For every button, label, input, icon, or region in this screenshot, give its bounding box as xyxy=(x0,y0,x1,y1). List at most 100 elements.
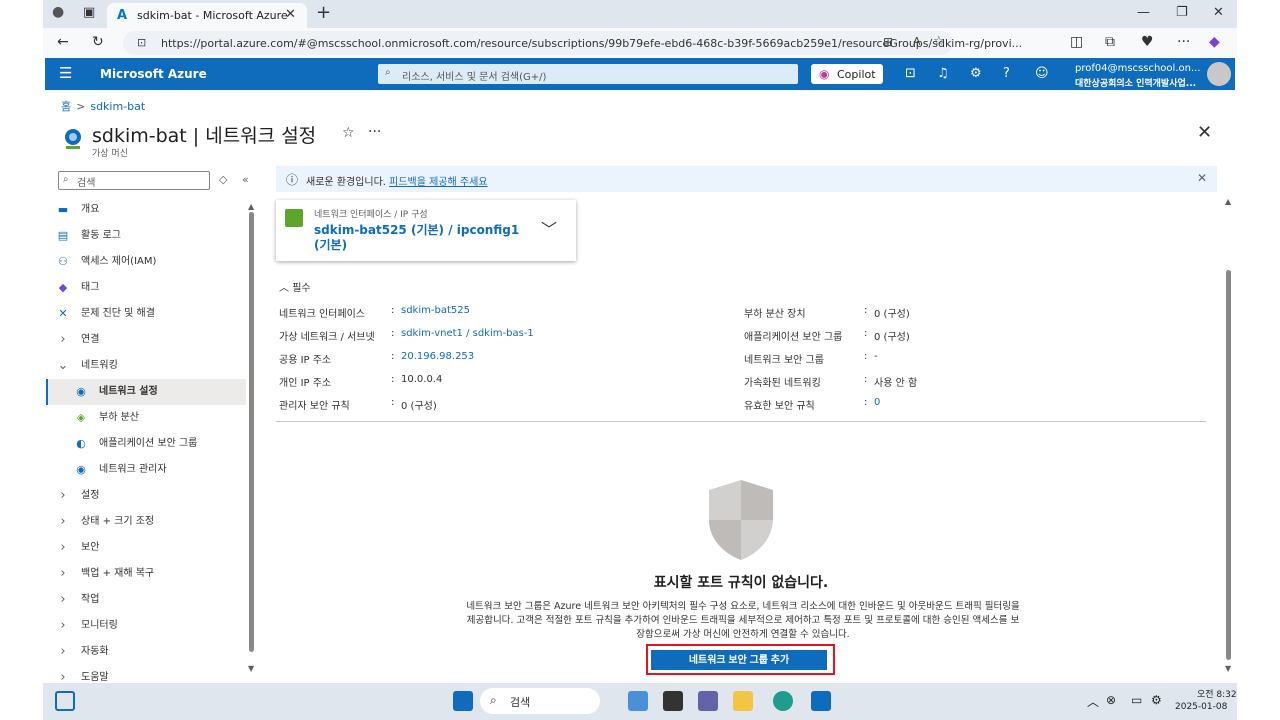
user-email[interactable]: prof04@mscsschool.on... xyxy=(1075,63,1201,74)
teams-icon[interactable] xyxy=(698,691,718,711)
network-manager-icon: ◉ xyxy=(76,463,86,476)
settings-gear-icon[interactable]: ⚙ xyxy=(970,66,982,81)
sidebar-item[interactable]: › 백업 + 재해 복구 xyxy=(46,561,246,587)
essentials-value[interactable]: 20.196.98.253 xyxy=(401,351,474,362)
url-field[interactable]: ⊡ https://portal.azure.com/#@mscsschool.… xyxy=(123,31,1022,55)
nav-scrollbar[interactable] xyxy=(249,212,254,652)
essentials-colon: : xyxy=(391,397,395,408)
collapse-nav-icon[interactable]: « xyxy=(242,173,249,186)
widgets-icon[interactable] xyxy=(55,691,75,711)
essentials-toggle[interactable]: ︿ 필수 xyxy=(279,279,311,294)
sidebar-item[interactable]: › 연결 xyxy=(46,327,246,353)
sidebar-item[interactable]: ✕ 문제 진단 및 해결 xyxy=(46,301,246,327)
new-tab-button[interactable]: + xyxy=(316,2,331,23)
more-actions-icon[interactable]: ··· xyxy=(368,124,381,140)
nic-selector[interactable]: 네트워크 인터페이스 / IP 구성 sdkim-bat525 (기본) / i… xyxy=(276,200,576,261)
essentials-row: 가상 네트워크 / 서브넷: sdkim-vnet1 / sdkim-bas-1 xyxy=(279,328,534,343)
breadcrumb-resource[interactable]: sdkim-bat xyxy=(90,100,145,113)
minimize-button[interactable]: — xyxy=(1137,5,1150,20)
sidebar-item[interactable]: › 자동화 xyxy=(46,639,246,665)
sidebar-item[interactable]: ◈ 부하 분산 xyxy=(46,405,246,431)
chevron-down-icon[interactable]: ﹀ xyxy=(541,216,557,240)
nav-filter-icon[interactable]: ◇ xyxy=(219,173,227,186)
chevron-right-icon: › xyxy=(60,540,66,555)
nic-icon xyxy=(285,209,303,227)
chevron-up-icon: ︿ xyxy=(279,283,289,294)
sidebar-item[interactable]: › 모니터링 xyxy=(46,613,246,639)
menu-icon[interactable]: ☰ xyxy=(59,64,72,82)
sidebar-item[interactable]: ◐ 애플리케이션 보안 그룹 xyxy=(46,431,246,457)
copilot-button[interactable]: ◉ Copilot xyxy=(811,64,883,84)
clock-time[interactable]: 오전 8:32 xyxy=(1197,687,1237,700)
sidebar-item-label: 설정 xyxy=(81,490,100,501)
maximize-button[interactable]: ❐ xyxy=(1176,5,1188,20)
tray-display-icon[interactable]: ▭ xyxy=(1131,693,1142,707)
sidebar-item[interactable]: ⚇ 액세스 제어(IAM) xyxy=(46,249,246,275)
banner-close-icon[interactable]: ✕ xyxy=(1197,171,1207,185)
read-aloud-icon[interactable]: A xyxy=(913,35,921,48)
tray-chevron-icon[interactable]: ︿ xyxy=(1087,693,1099,710)
sidebar-item[interactable]: ⌄ 네트워킹 xyxy=(46,353,246,379)
back-button[interactable]: ← xyxy=(57,34,69,50)
extensions-icon[interactable]: ♥ xyxy=(1141,34,1154,50)
breadcrumb-home[interactable]: 홈 xyxy=(61,100,71,113)
sidebar-item-label: 네트워크 관리자 xyxy=(99,464,167,475)
copilot-label: Copilot xyxy=(837,68,876,81)
taskbar-search[interactable]: ⌕ 검색 xyxy=(480,688,600,714)
copilot-browser-icon[interactable]: ◆ xyxy=(1209,34,1220,50)
tab-actions-icon[interactable]: ▣ xyxy=(83,5,95,20)
edge-icon[interactable] xyxy=(773,691,793,711)
refresh-button[interactable]: ↻ xyxy=(92,34,104,50)
store-icon[interactable] xyxy=(811,691,831,711)
help-icon[interactable]: ? xyxy=(1003,66,1010,81)
avatar[interactable] xyxy=(1207,62,1231,86)
sidebar-item[interactable]: ◉ 네트워크 설정 xyxy=(46,379,246,405)
sidebar-item[interactable]: ▬ 개요 xyxy=(46,197,246,223)
sidebar-item[interactable]: › 설정 xyxy=(46,483,246,509)
banner-text: 새로운 환경입니다. xyxy=(306,177,386,188)
essentials-value[interactable]: sdkim-bat525 xyxy=(401,305,470,316)
cloud-shell-icon[interactable]: ⊡ xyxy=(905,66,916,81)
profile-icon[interactable]: ● xyxy=(52,4,64,20)
feedback-link[interactable]: 피드백을 제공해 주세요 xyxy=(389,177,487,188)
sidebar-item[interactable]: › 보안 xyxy=(46,535,246,561)
sidebar-item[interactable]: › 상태 + 크기 조정 xyxy=(46,509,246,535)
start-icon[interactable] xyxy=(453,691,473,711)
collections-icon[interactable]: ⧉ xyxy=(1105,34,1115,50)
tab-close-icon[interactable]: ✕ xyxy=(285,7,296,22)
window-close-button[interactable]: ✕ xyxy=(1213,5,1224,20)
more-options-icon[interactable]: ··· xyxy=(1177,34,1190,50)
split-screen-icon[interactable]: ◫ xyxy=(1070,34,1083,50)
favorite-icon[interactable]: ☆ xyxy=(933,34,945,49)
main-scroll-up-icon[interactable]: ▲ xyxy=(1225,197,1231,206)
global-search-input[interactable]: ⌕ 리소스, 서비스 및 문서 검색(G+/) xyxy=(378,64,798,84)
main-scroll-down-icon[interactable]: ▼ xyxy=(1225,664,1231,673)
tray-close-icon[interactable]: ⊗ xyxy=(1106,693,1116,707)
sidebar-item[interactable]: ▤ 활동 로그 xyxy=(46,223,246,249)
notifications-icon[interactable]: ♫ xyxy=(937,66,949,81)
close-blade-icon[interactable]: ✕ xyxy=(1197,122,1212,143)
user-org[interactable]: 대한상공회의소 인력개발사업... xyxy=(1075,76,1196,89)
essentials-value[interactable]: sdkim-vnet1 / sdkim-bas-1 xyxy=(401,328,534,339)
log-icon: ▤ xyxy=(57,229,69,242)
feedback-icon[interactable]: ☺ xyxy=(1035,66,1049,81)
tray-settings-icon[interactable]: ⚙ xyxy=(1151,693,1162,707)
clock-date[interactable]: 2025-01-08 xyxy=(1175,702,1227,712)
main-scrollbar[interactable] xyxy=(1226,270,1231,660)
essentials-value[interactable]: 0 xyxy=(874,397,880,408)
terminal-icon[interactable] xyxy=(663,691,683,711)
sidebar-item[interactable]: › 작업 xyxy=(46,587,246,613)
shield-illustration-icon xyxy=(709,480,773,560)
brand-title[interactable]: Microsoft Azure xyxy=(100,67,207,81)
nav-scroll-down-icon[interactable]: ▼ xyxy=(248,664,254,673)
browser-tab[interactable]: A sdkim-bat - Microsoft Azure ✕ xyxy=(107,3,307,28)
app-icon[interactable] xyxy=(628,691,648,711)
favorite-star-icon[interactable]: ☆ xyxy=(342,125,355,141)
page-title: sdkim-bat | 네트워크 설정 xyxy=(92,125,317,147)
apps-icon[interactable]: ⊞ xyxy=(883,35,893,49)
nav-search-input[interactable]: ⌕ 검색 xyxy=(58,171,210,190)
sidebar-item[interactable]: ◉ 네트워크 관리자 xyxy=(46,457,246,483)
file-explorer-icon[interactable] xyxy=(733,691,753,711)
nav-scroll-up-icon[interactable]: ▲ xyxy=(248,202,254,211)
sidebar-item[interactable]: ◆ 태그 xyxy=(46,275,246,301)
